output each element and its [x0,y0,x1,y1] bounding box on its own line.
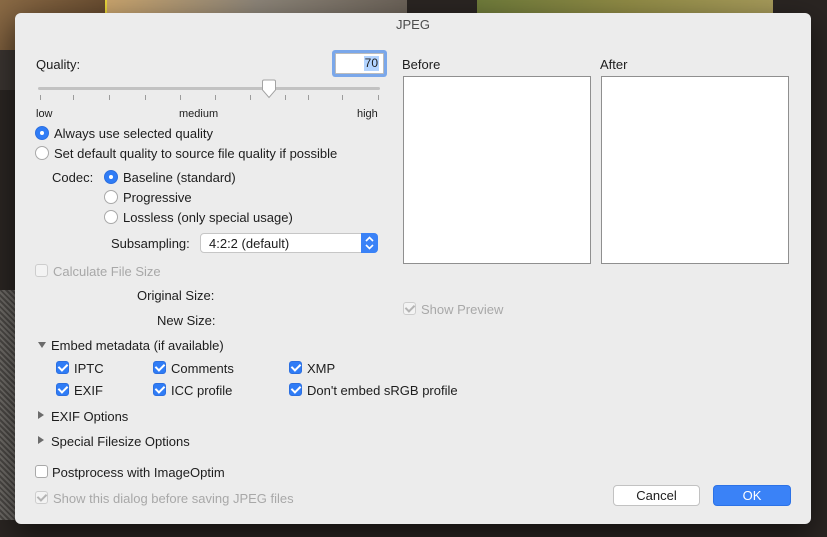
exif-options-header[interactable]: EXIF Options [51,409,128,424]
codec-baseline-radio[interactable] [104,170,118,184]
special-filesize-disclosure-icon[interactable] [38,436,44,444]
comments-checkbox[interactable] [153,361,166,374]
metadata-disclosure-icon[interactable] [38,342,46,348]
quality-value: 70 [363,56,379,71]
icc-profile-label[interactable]: ICC profile [171,383,232,398]
xmp-label[interactable]: XMP [307,361,335,376]
special-filesize-header[interactable]: Special Filesize Options [51,434,190,449]
subsampling-value: 4:2:2 (default) [209,236,290,251]
ok-button[interactable]: OK [713,485,791,506]
jpeg-options-dialog: JPEG Quality: 70 low medium high Always … [15,13,811,524]
always-selected-quality-label[interactable]: Always use selected quality [54,126,213,141]
quality-slider-thumb[interactable] [261,79,277,99]
codec-baseline-label[interactable]: Baseline (standard) [123,170,236,185]
dont-embed-srgb-label[interactable]: Don't embed sRGB profile [307,383,458,398]
slider-tick [215,95,216,100]
after-label: After [600,57,628,72]
slider-tick [40,95,41,100]
quality-label: Quality: [36,57,81,72]
exif-label[interactable]: EXIF [74,383,103,398]
codec-lossless-radio[interactable] [104,210,118,224]
slider-tick [308,95,309,100]
slider-tick [109,95,110,100]
source-quality-label[interactable]: Set default quality to source file quali… [54,146,337,161]
background-photo-center [105,0,407,14]
show-preview-label: Show Preview [421,302,504,317]
slider-tick [180,95,181,100]
show-preview-checkbox[interactable] [403,302,416,315]
cancel-button[interactable]: Cancel [613,485,700,506]
calculate-file-size-label: Calculate File Size [53,264,161,279]
codec-lossless-label[interactable]: Lossless (only special usage) [123,210,293,225]
iptc-checkbox[interactable] [56,361,69,374]
slider-tick [285,95,286,100]
show-dialog-label: Show this dialog before saving JPEG file… [53,491,294,506]
slider-tick [73,95,74,100]
comments-label[interactable]: Comments [171,361,234,376]
exif-checkbox[interactable] [56,383,69,396]
subsampling-label: Subsampling: [111,236,190,251]
background-photo-left-mid [0,50,15,90]
background-photo-right [477,0,773,14]
scale-low-label: low [36,108,53,120]
xmp-checkbox[interactable] [289,361,302,374]
metadata-header[interactable]: Embed metadata (if available) [51,338,224,353]
slider-tick [145,95,146,100]
original-size-label: Original Size: [137,288,215,303]
new-size-label: New Size: [157,313,216,328]
background-photo-left-lower [0,290,15,520]
postprocess-checkbox[interactable] [35,465,48,478]
before-label: Before [402,57,441,72]
source-quality-radio[interactable] [35,146,49,160]
subsampling-select[interactable]: 4:2:2 (default) [200,233,378,253]
scale-high-label: high [357,108,378,120]
dialog-title: JPEG [396,17,430,32]
exif-options-disclosure-icon[interactable] [38,411,44,419]
slider-tick [250,95,251,100]
after-preview [601,76,789,264]
codec-progressive-radio[interactable] [104,190,118,204]
before-preview [403,76,591,264]
iptc-label[interactable]: IPTC [74,361,104,376]
select-arrows-icon [361,233,378,253]
postprocess-label[interactable]: Postprocess with ImageOptim [52,465,225,480]
quality-input[interactable]: 70 [335,53,384,74]
show-dialog-checkbox[interactable] [35,491,48,504]
codec-progressive-label[interactable]: Progressive [123,190,192,205]
dont-embed-srgb-checkbox[interactable] [289,383,302,396]
calculate-file-size-checkbox[interactable] [35,264,48,277]
slider-tick [378,95,379,100]
always-selected-quality-radio[interactable] [35,126,49,140]
slider-tick [342,95,343,100]
codec-label: Codec: [52,170,94,185]
icc-profile-checkbox[interactable] [153,383,166,396]
quality-slider-track[interactable] [38,87,380,90]
scale-medium-label: medium [179,108,219,120]
